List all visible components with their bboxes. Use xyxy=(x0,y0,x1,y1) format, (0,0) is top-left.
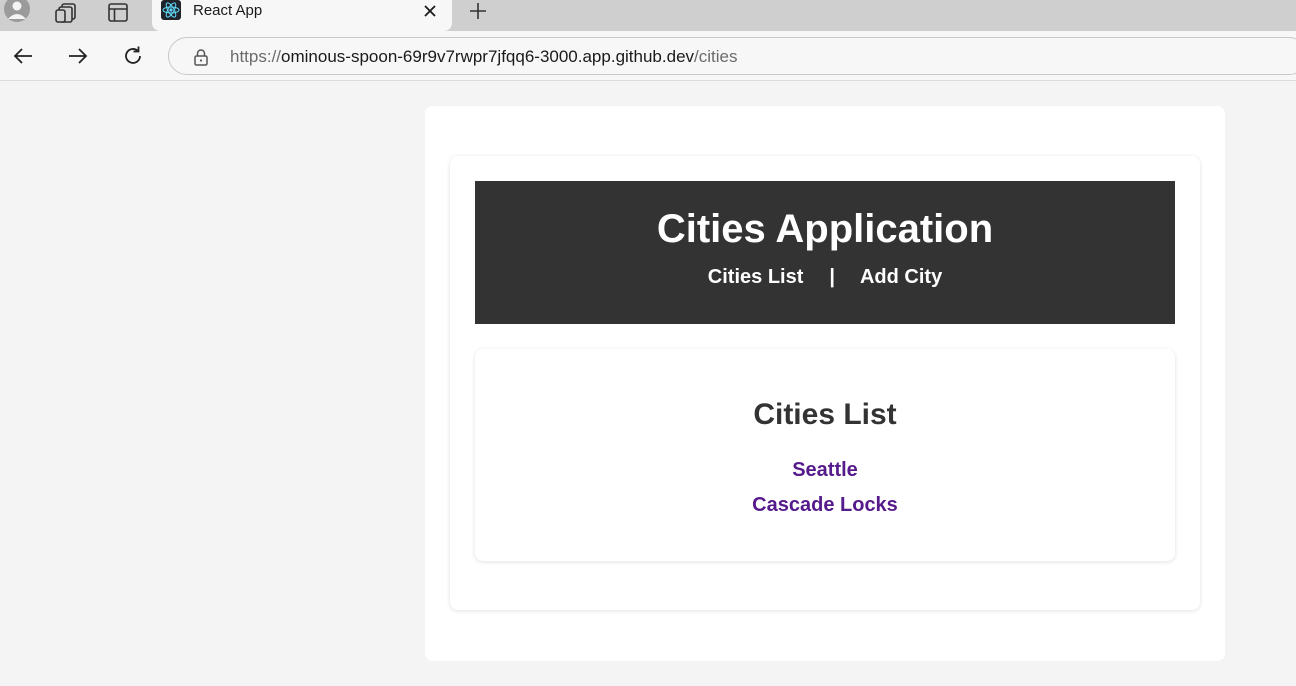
lock-icon[interactable] xyxy=(192,48,210,66)
profile-icon xyxy=(4,0,30,22)
url-text: https://ominous-spoon-69r9v7rwpr7jfqq6-3… xyxy=(230,47,738,67)
tab-actions-button[interactable] xyxy=(101,0,135,26)
new-tab-button[interactable] xyxy=(466,0,490,22)
reload-button[interactable] xyxy=(118,41,148,71)
nav-link-cities-list[interactable]: Cities List xyxy=(708,265,804,289)
url-host: ominous-spoon-69r9v7rwpr7jfqq6-3000.app.… xyxy=(281,47,695,66)
tab-actions-icon xyxy=(108,3,128,22)
cities-list-heading: Cities List xyxy=(753,398,897,431)
app-title: Cities Application xyxy=(656,207,994,251)
close-icon[interactable] xyxy=(422,3,438,19)
profile-button[interactable] xyxy=(0,0,34,26)
city-link-seattle[interactable]: Seattle xyxy=(792,459,858,481)
react-logo-icon xyxy=(161,0,181,20)
app-nav: Cities List | Add City xyxy=(475,265,1175,289)
app-header: Cities Application Cities List | Add Cit… xyxy=(475,181,1175,324)
workspaces-button[interactable] xyxy=(49,0,83,26)
plus-icon xyxy=(470,3,486,19)
address-bar[interactable]: https://ominous-spoon-69r9v7rwpr7jfqq6-3… xyxy=(168,37,1296,75)
url-scheme: https:// xyxy=(230,47,282,66)
nav-link-add-city[interactable]: Add City xyxy=(860,265,942,289)
back-button[interactable] xyxy=(8,41,38,71)
page-container: Cities Application Cities List | Add Cit… xyxy=(425,106,1225,661)
list-item: Seattle xyxy=(475,453,1175,488)
workspaces-icon xyxy=(55,3,76,23)
list-item: Cascade Locks xyxy=(475,488,1175,523)
tab-strip: React App xyxy=(0,0,1296,31)
back-arrow-icon xyxy=(13,48,32,64)
active-tab[interactable]: React App xyxy=(152,0,452,31)
city-link-cascade-locks[interactable]: Cascade Locks xyxy=(752,494,898,516)
app-card: Cities Application Cities List | Add Cit… xyxy=(450,156,1200,610)
forward-arrow-icon xyxy=(69,48,88,64)
tab-title: React App xyxy=(193,2,263,19)
nav-separator: | xyxy=(829,266,835,288)
reload-icon xyxy=(125,46,141,64)
cities-list-card: Cities List Seattle Cascade Locks xyxy=(475,349,1175,561)
browser-toolbar: https://ominous-spoon-69r9v7rwpr7jfqq6-3… xyxy=(0,31,1296,81)
city-list: Seattle Cascade Locks xyxy=(475,453,1175,523)
url-path: /cities xyxy=(694,47,738,66)
forward-button[interactable] xyxy=(63,41,93,71)
